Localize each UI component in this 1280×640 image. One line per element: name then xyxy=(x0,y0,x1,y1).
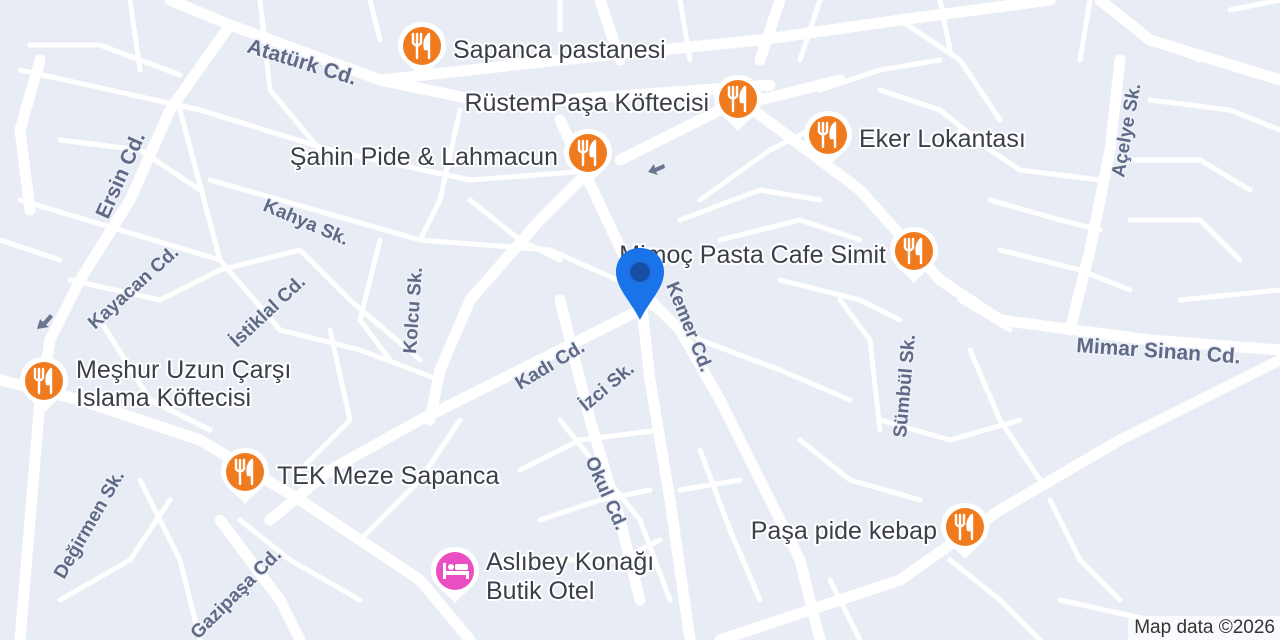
street-label-mimar-sinan: Mimar Sinan Cd. xyxy=(1076,334,1242,368)
poi-label: Sapanca pastanesi xyxy=(453,36,666,64)
street-label-sumbul: Sümbül Sk. xyxy=(890,334,920,439)
restaurant-pin-icon xyxy=(809,116,847,154)
restaurant-pin-icon xyxy=(25,362,63,400)
map-attribution[interactable]: Map data ©2026 xyxy=(1128,616,1280,640)
poi-label-line-2: Butik Otel xyxy=(486,577,594,605)
direction-arrow-icon xyxy=(648,164,665,175)
restaurant-pin-icon xyxy=(403,27,441,65)
restaurant-pin-icon xyxy=(719,80,757,118)
street-label-kolcu: Kolcu Sk. xyxy=(400,267,427,355)
map-svg: Atatürk Cd. Ersin Cd. Kayacan Cd. Kahya … xyxy=(0,0,1280,640)
poi-eker-lokantasi[interactable]: Eker Lokantası xyxy=(804,111,1028,167)
map-canvas[interactable]: Atatürk Cd. Ersin Cd. Kayacan Cd. Kahya … xyxy=(0,0,1280,640)
poi-label: Paşa pide kebap xyxy=(751,517,937,545)
poi-label-line-2: Islama Köftecisi xyxy=(76,384,251,412)
poi-meshur-uzun-carsi[interactable]: Meşhur Uzun Çarşı Islama Köftecisi xyxy=(20,354,293,414)
restaurant-pin-icon xyxy=(569,134,607,172)
poi-label: TEK Meze Sapanca xyxy=(277,462,499,490)
street-label-ataturk: Atatürk Cd. xyxy=(245,35,360,90)
poi-pasa-pide-kebap[interactable]: Paşa pide kebap xyxy=(749,503,989,559)
poi-label-line-1: Meşhur Uzun Çarşı xyxy=(76,356,291,384)
poi-label: RüstemPaşa Köftecisi xyxy=(464,89,709,117)
restaurant-pin-icon xyxy=(226,453,264,491)
poi-pasta-cafe-simit[interactable]: Mimoç Pasta Cafe Simit xyxy=(617,227,938,283)
poi-label-line-1: Aslıbey Konağı xyxy=(486,548,654,576)
poi-label: Eker Lokantası xyxy=(859,125,1026,153)
poi-aslibey-konagi[interactable]: Aslıbey Konağı Butik Otel xyxy=(431,546,656,607)
street-label-kahya: Kahya Sk. xyxy=(260,195,352,250)
restaurant-pin-icon xyxy=(946,508,984,546)
restaurant-pin-icon xyxy=(895,232,933,270)
poi-label: Şahin Pide & Lahmacun xyxy=(290,143,558,171)
